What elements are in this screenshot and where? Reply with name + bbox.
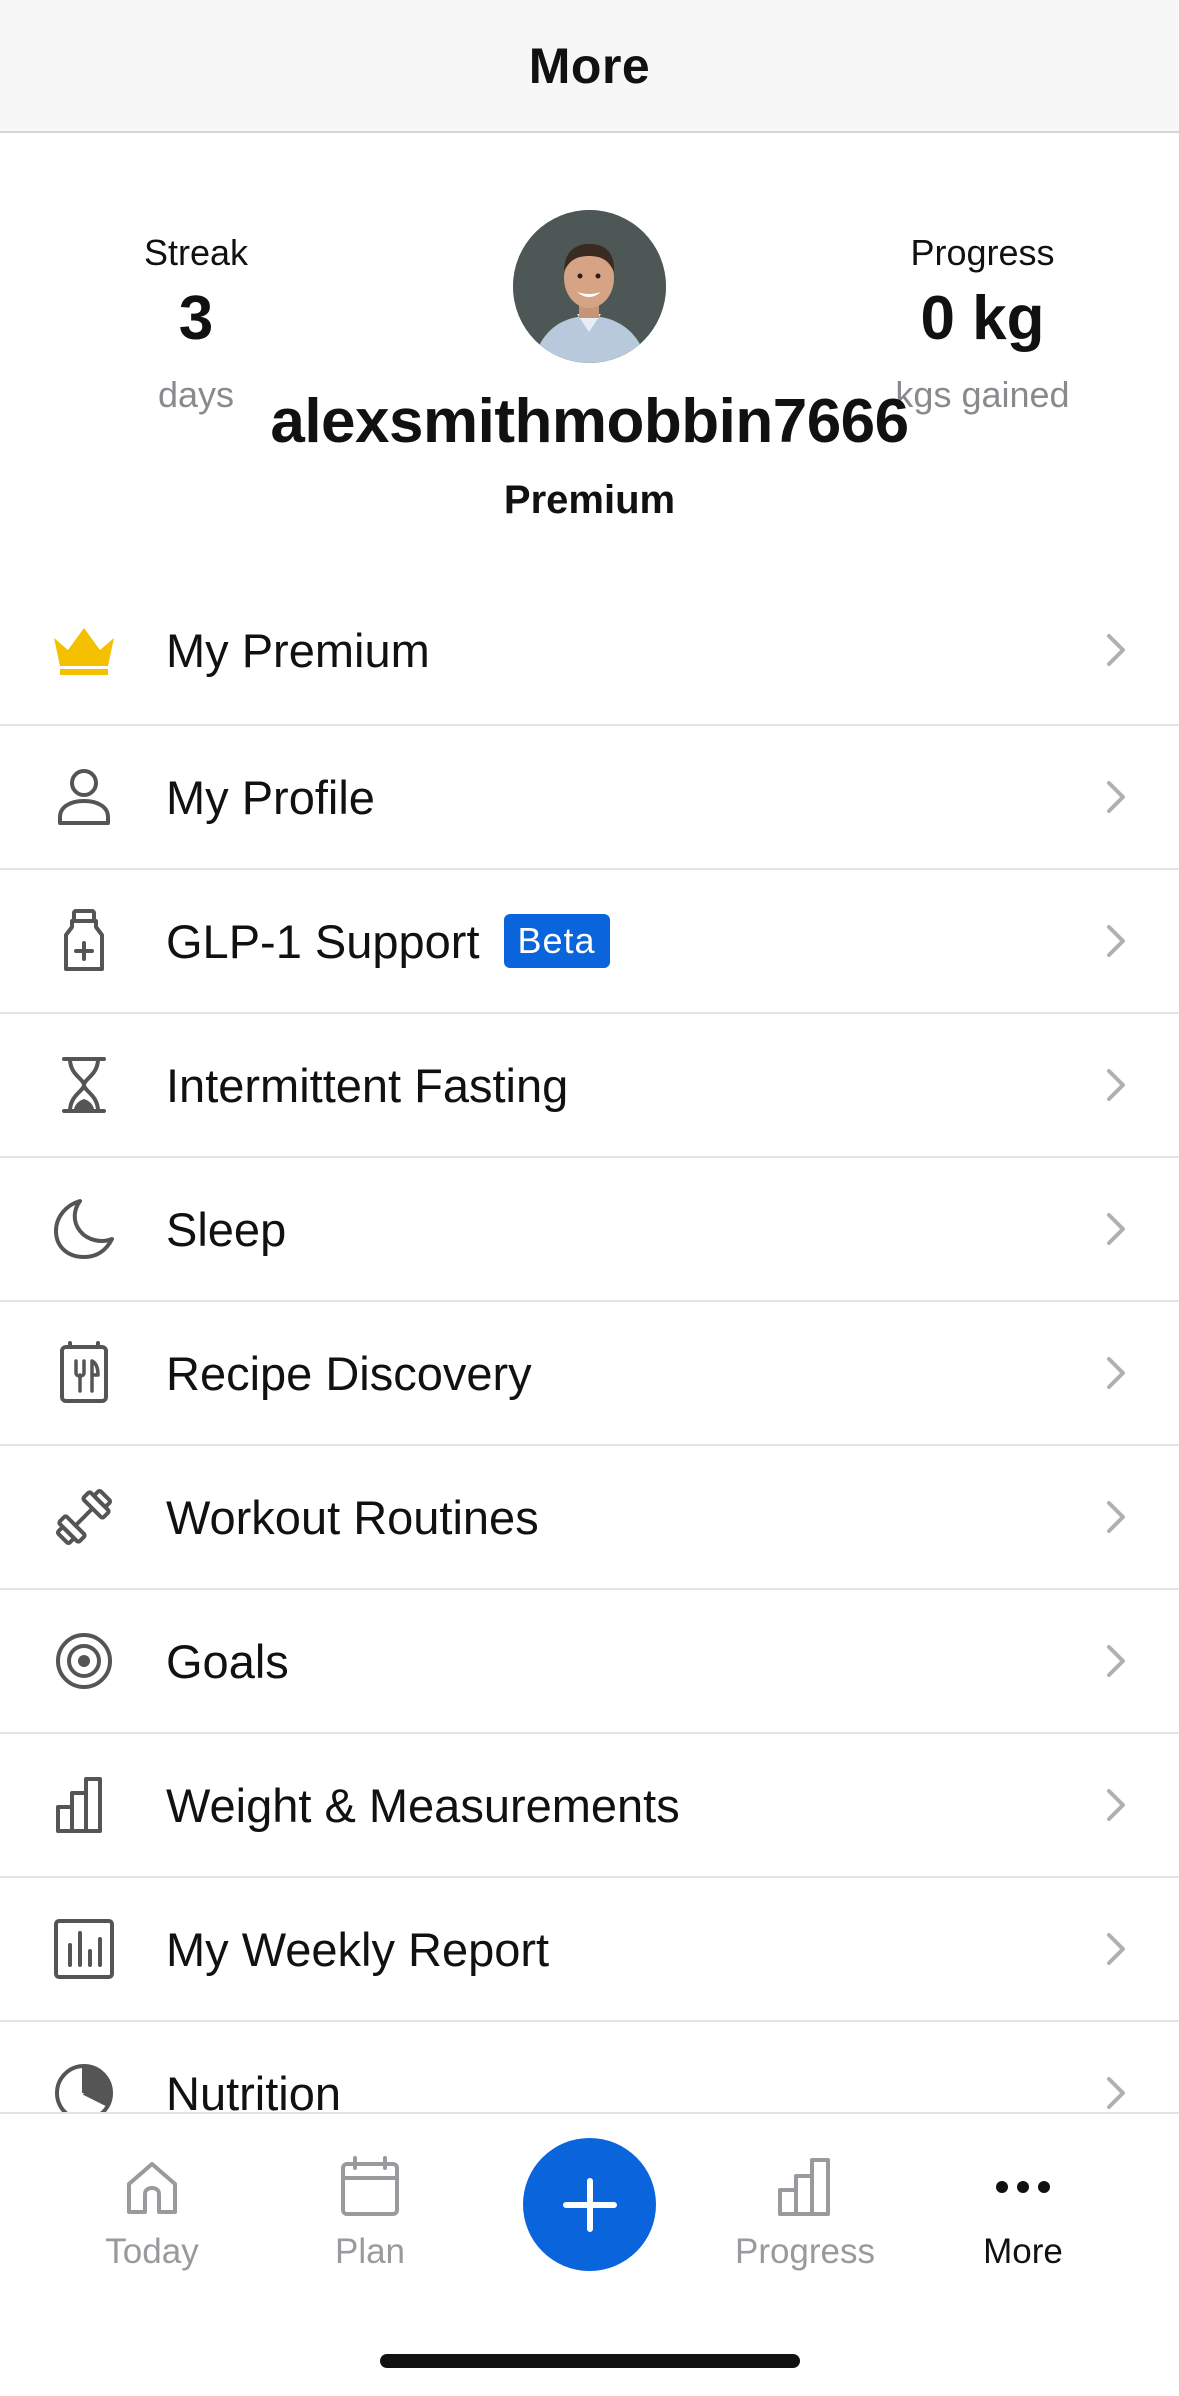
chevron-right-icon: [1107, 2077, 1125, 2109]
beta-badge: Beta: [503, 914, 610, 968]
menu-item-label: GLP-1 Support: [166, 914, 480, 968]
chevron-right-icon: [1107, 634, 1125, 666]
menu-item-weekly-report[interactable]: My Weekly Report: [0, 1878, 1179, 2022]
chevron-right-icon: [1107, 1933, 1125, 1965]
menu-item-label: Workout Routines: [166, 1490, 539, 1544]
home-icon: [127, 2162, 177, 2214]
menu-item-label: Recipe Discovery: [166, 1346, 532, 1400]
calendar-icon: [341, 2156, 399, 2216]
crown-icon: [50, 616, 118, 684]
menu-item-goals[interactable]: Goals: [0, 1590, 1179, 1734]
tab-progress-label: Progress: [734, 2232, 876, 2271]
chevron-right-icon: [1107, 1645, 1125, 1677]
more-screen: More Streak 3 days Progress 0 kg kgs gai…: [0, 0, 1179, 2396]
menu-item-label: My Weekly Report: [166, 1922, 550, 1976]
menu-item-sleep[interactable]: Sleep: [0, 1158, 1179, 1302]
username: alexsmithmobbin7666: [270, 387, 909, 456]
menu-item-workout-routines[interactable]: Workout Routines: [0, 1446, 1179, 1590]
membership-tier: Premium: [503, 478, 676, 522]
person-icon: [50, 763, 118, 831]
page-title: More: [528, 37, 651, 94]
recipe-book-icon: [50, 1339, 118, 1407]
progress-value: 0 kg: [920, 284, 1045, 353]
tab-progress[interactable]: Progress: [715, 2154, 895, 2272]
tab-today-label: Today: [105, 2232, 199, 2271]
chevron-right-icon: [1107, 1789, 1125, 1821]
menu-item-my-premium[interactable]: My Premium: [0, 576, 1179, 726]
hourglass-icon: [50, 1051, 118, 1119]
dumbbell-icon: [50, 1483, 118, 1551]
menu-item-label: Weight & Measurements: [166, 1778, 680, 1832]
menu-item-recipe-discovery[interactable]: Recipe Discovery: [0, 1302, 1179, 1446]
tab-bar: Today Plan Progress More: [0, 2112, 1179, 2396]
target-icon: [50, 1627, 118, 1695]
more-menu-list: My Premium My Profile GLP-1 Support Beta: [0, 576, 1179, 2166]
menu-item-label: Intermittent Fasting: [166, 1058, 569, 1112]
chevron-right-icon: [1107, 925, 1125, 957]
tab-more[interactable]: More: [933, 2154, 1113, 2272]
add-entry-button[interactable]: [523, 2138, 656, 2271]
chevron-right-icon: [1107, 1213, 1125, 1245]
chevron-right-icon: [1107, 781, 1125, 813]
menu-item-label: My Profile: [166, 770, 375, 824]
tab-plan[interactable]: Plan: [280, 2154, 460, 2272]
home-indicator: [380, 2354, 800, 2368]
menu-item-label-with-badge: GLP-1 Support Beta: [166, 914, 610, 969]
tab-plan-label: Plan: [334, 2232, 406, 2271]
streak-label: Streak: [143, 232, 249, 273]
menu-item-my-profile[interactable]: My Profile: [0, 726, 1179, 870]
streak-value: 3: [178, 284, 214, 353]
bar-chart-icon: [778, 2158, 830, 2216]
menu-item-label: Goals: [166, 1634, 289, 1688]
moon-icon: [50, 1195, 118, 1263]
more-dots-icon: [996, 2181, 1050, 2193]
chevron-right-icon: [1107, 1069, 1125, 1101]
menu-item-weight-measurements[interactable]: Weight & Measurements: [0, 1734, 1179, 1878]
plus-icon: [562, 2177, 617, 2232]
chevron-right-icon: [1107, 1357, 1125, 1389]
avatar-photo: [513, 210, 666, 363]
tab-more-label: More: [983, 2232, 1063, 2271]
chevron-right-icon: [1107, 1501, 1125, 1533]
avatar[interactable]: [513, 210, 666, 363]
bar-chart-icon: [50, 1771, 118, 1839]
menu-item-glp1-support[interactable]: GLP-1 Support Beta: [0, 870, 1179, 1014]
medicine-bottle-icon: [50, 907, 118, 975]
report-icon: [50, 1915, 118, 1983]
navigation-bar: More: [0, 0, 1179, 133]
progress-label: Progress: [910, 232, 1055, 273]
menu-item-label: My Premium: [166, 623, 430, 677]
menu-item-intermittent-fasting[interactable]: Intermittent Fasting: [0, 1014, 1179, 1158]
menu-item-label: Sleep: [166, 1202, 287, 1256]
tab-today[interactable]: Today: [62, 2154, 242, 2272]
